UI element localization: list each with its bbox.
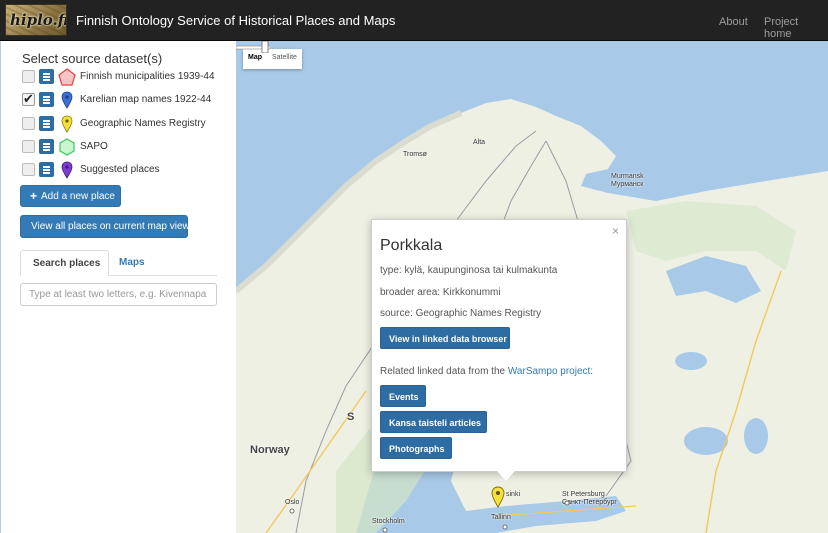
view-all-places-label: View all places on current map view (31, 221, 190, 232)
kansa-taisteli-articles-button[interactable]: Kansa taisteli articles (380, 411, 487, 433)
photographs-button[interactable]: Photographs (380, 437, 452, 459)
place-info-popup: × Porkkala type: kylä, kaupunginosa tai … (371, 219, 627, 481)
search-places-input[interactable] (20, 283, 217, 306)
dataset-label: Karelian map names 1922-44 (80, 94, 212, 105)
dataset-row-municipalities: Finnish municipalities 1939-44 (22, 68, 234, 86)
dataset-label: Geographic Names Registry (80, 118, 206, 129)
tab-search-places[interactable]: Search places (20, 250, 109, 276)
place-source: source: Geographic Names Registry (380, 308, 542, 319)
list-icon[interactable] (39, 162, 54, 177)
map-label-partial-s: S (347, 411, 355, 423)
close-icon[interactable]: × (612, 224, 619, 238)
green-polygon-icon (59, 138, 75, 156)
search-tabs: Search places Maps (20, 250, 217, 276)
list-icon[interactable] (39, 116, 54, 131)
city-dot-tallinn (502, 524, 508, 530)
nav-project-home-link[interactable]: Project home (764, 16, 828, 40)
plus-icon: + (30, 189, 38, 203)
map-label-tallinn: Tallinn (491, 514, 511, 521)
warsampo-project-link[interactable]: WarSampo project: (508, 366, 593, 377)
dataset-row-karelian: Karelian map names 1922-44 (22, 91, 234, 109)
dataset-row-sapo: SAPO (22, 138, 234, 156)
add-new-place-label: Add a new place (41, 191, 115, 202)
app-title[interactable]: Finnish Ontology Service of Historical P… (76, 13, 395, 28)
map-label-st-petersburg: St Petersburg Санкт-Петербург (562, 491, 617, 506)
related-linked-data-text: Related linked data from the WarSampo pr… (380, 366, 593, 377)
map-label-stockholm: Stockholm (372, 518, 405, 525)
button-label: Kansa taisteli articles (389, 418, 482, 428)
map-label-norway: Norway (250, 444, 290, 456)
sidebar: Select source dataset(s) Finnish municip… (0, 41, 236, 533)
view-all-places-button[interactable]: View all places on current map view (20, 215, 190, 238)
blue-marker-icon (61, 91, 73, 109)
city-dot-stockholm (382, 527, 388, 533)
add-new-place-button[interactable]: + Add a new place (20, 185, 121, 207)
city-dot-oslo (289, 508, 295, 514)
dataset-checkbox[interactable] (22, 117, 35, 130)
map-label-alta: Alta (473, 139, 486, 146)
top-navbar: hiplo.fi Finnish Ontology Service of His… (0, 0, 828, 41)
dataset-checkbox[interactable] (22, 140, 35, 153)
yellow-marker-icon (61, 115, 73, 133)
dataset-checkbox-checked[interactable] (22, 91, 35, 107)
place-broader-area: broader area: Kirkkonummi (380, 287, 501, 298)
list-icon[interactable] (39, 69, 54, 84)
place-title: Porkkala (380, 237, 443, 254)
hiplo-logo[interactable]: hiplo.fi (5, 4, 67, 36)
map-label-helsinki: sinki (506, 491, 521, 498)
view-linked-data-button[interactable]: View in linked data browser (380, 327, 510, 349)
dataset-checkbox[interactable] (22, 163, 35, 176)
tab-label: Maps (119, 257, 145, 268)
list-icon[interactable] (39, 139, 54, 154)
purple-marker-icon (61, 161, 73, 179)
events-button[interactable]: Events (380, 385, 426, 407)
place-type: type: kylä, kaupunginosa tai kulmakunta (380, 265, 558, 276)
dataset-row-geographic-names: Geographic Names Registry (22, 115, 234, 133)
button-label: View in linked data browser (389, 334, 507, 344)
city-dot-st-petersburg (564, 500, 570, 506)
dataset-checkbox[interactable] (22, 70, 35, 83)
tab-label: Search places (33, 258, 101, 269)
list-icon[interactable] (39, 92, 54, 107)
related-prefix: Related linked data from the (380, 366, 508, 377)
tab-maps[interactable]: Maps (116, 250, 156, 276)
dataset-label: SAPO (80, 141, 108, 152)
selected-place-marker-icon[interactable] (491, 486, 505, 508)
map-label-tromso: Tromsø (403, 151, 427, 158)
map-label-murmansk: Murmansk Мурманск (611, 173, 644, 188)
logo-text: hiplo.fi (10, 11, 67, 29)
map-label-oslo: Oslo (285, 499, 300, 506)
sidebar-title: Select source dataset(s) (22, 51, 163, 66)
map-type-satellite-button[interactable]: Satellite (267, 49, 302, 69)
dataset-label: Suggested places (80, 164, 160, 175)
nav-about-link[interactable]: About (719, 16, 748, 28)
red-polygon-icon (58, 68, 76, 86)
zoom-slider[interactable] (236, 41, 270, 53)
dataset-label: Finnish municipalities 1939-44 (80, 71, 215, 82)
dataset-row-suggested: Suggested places (22, 161, 234, 179)
button-label: Photographs (389, 444, 445, 454)
button-label: Events (389, 392, 419, 402)
